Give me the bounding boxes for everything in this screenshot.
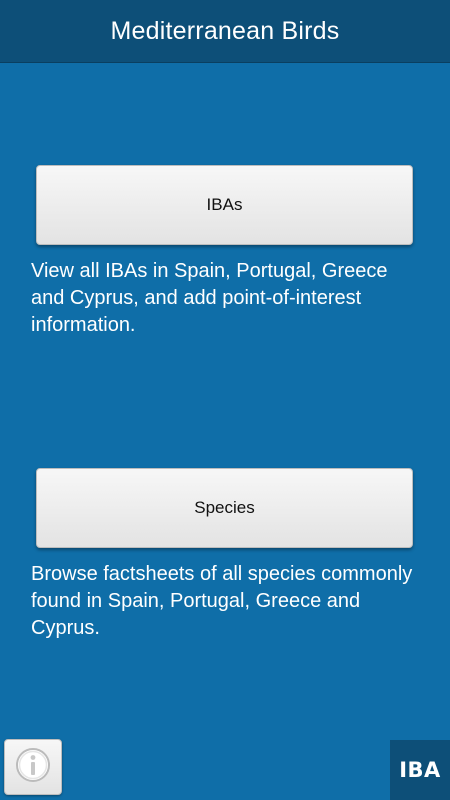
info-button[interactable]: [4, 739, 62, 795]
info-icon: [14, 746, 52, 789]
ibas-description: View all IBAs in Spain, Portugal, Greece…: [31, 260, 388, 336]
app-title: Mediterranean Birds: [110, 16, 340, 45]
iba-logo: IBA: [390, 740, 450, 800]
app-bar: Mediterranean Birds: [0, 0, 450, 63]
ibas-button-label: IBAs: [206, 195, 243, 214]
iba-logo-text: IBA: [399, 758, 441, 782]
species-button[interactable]: Species: [36, 468, 413, 548]
ibas-button[interactable]: IBAs: [36, 165, 413, 245]
species-description: Browse factsheets of all species commonl…: [31, 563, 413, 639]
species-button-label: Species: [194, 498, 255, 517]
